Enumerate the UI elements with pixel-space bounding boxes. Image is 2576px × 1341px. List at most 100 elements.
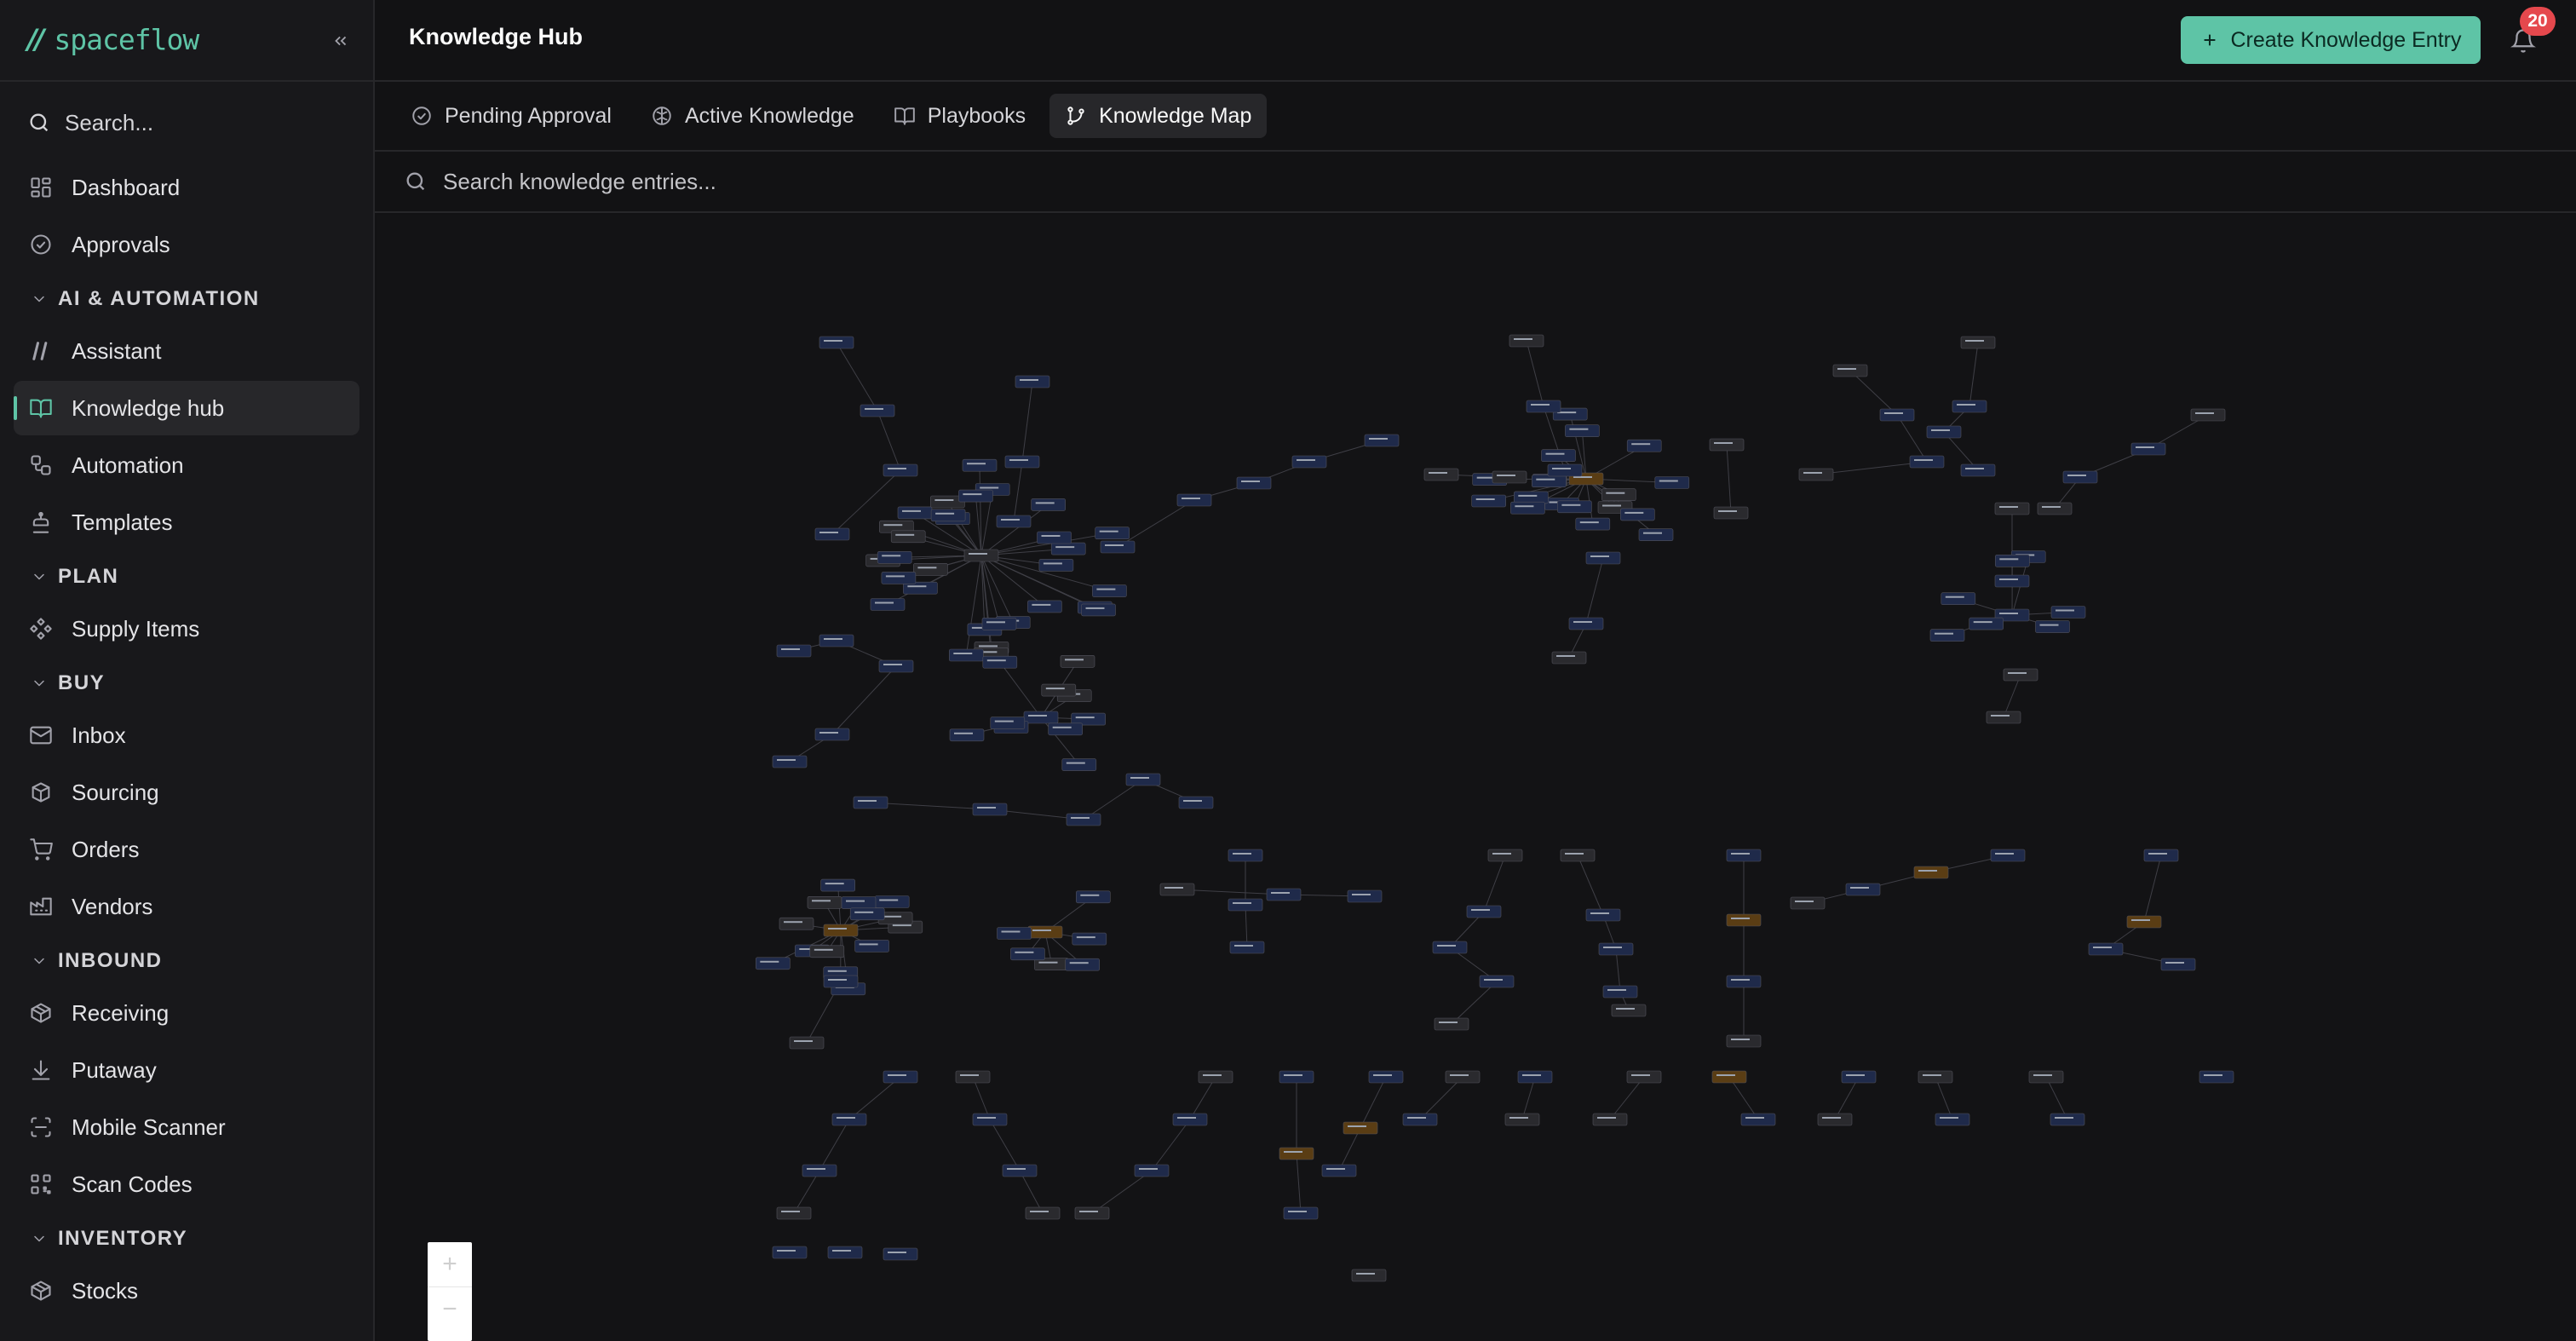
graph-node[interactable] xyxy=(1726,849,1762,862)
graph-node[interactable] xyxy=(1198,1070,1233,1084)
graph-node[interactable] xyxy=(854,940,889,953)
graph-node[interactable] xyxy=(1321,1164,1357,1177)
sidebar-section-inventory[interactable]: INVENTORY xyxy=(14,1214,359,1263)
graph-node[interactable] xyxy=(1092,584,1127,597)
graph-node[interactable] xyxy=(1918,1070,1953,1084)
sidebar-item-scan-codes[interactable]: Scan Codes xyxy=(14,1157,359,1212)
graph-node[interactable] xyxy=(1879,408,1915,422)
graph-node[interactable] xyxy=(1176,493,1212,507)
graph-node[interactable] xyxy=(1585,551,1621,565)
graph-node[interactable] xyxy=(1790,896,1826,910)
graph-node[interactable] xyxy=(1236,476,1272,490)
graph-node[interactable] xyxy=(958,489,993,503)
sidebar-item-stocks[interactable]: Stocks xyxy=(14,1263,359,1318)
graph-node[interactable] xyxy=(776,1206,812,1220)
graph-node[interactable] xyxy=(1364,434,1400,447)
graph-node[interactable] xyxy=(841,896,877,909)
graph-node[interactable] xyxy=(1994,502,2030,515)
graph-node[interactable] xyxy=(1229,941,1265,954)
graph-node[interactable] xyxy=(823,924,859,937)
graph-node[interactable] xyxy=(930,509,966,522)
graph-node[interactable] xyxy=(1228,849,1263,862)
sidebar-item-vendors[interactable]: Vendors xyxy=(14,879,359,934)
graph-node[interactable] xyxy=(1994,574,2030,588)
graph-node[interactable] xyxy=(890,530,926,544)
graph-node[interactable] xyxy=(1434,1017,1469,1031)
graph-node[interactable] xyxy=(860,404,895,417)
graph-node[interactable] xyxy=(1532,475,1567,488)
tab-playbooks[interactable]: Playbooks xyxy=(878,94,1041,138)
graph-node[interactable] xyxy=(1279,1070,1314,1084)
graph-node[interactable] xyxy=(1031,498,1067,511)
graph-node[interactable] xyxy=(1492,470,1527,484)
graph-node[interactable] xyxy=(1048,722,1084,736)
graph-node[interactable] xyxy=(1065,958,1101,971)
graph-node[interactable] xyxy=(1713,506,1749,520)
graph-node[interactable] xyxy=(1037,531,1072,544)
graph-node[interactable] xyxy=(772,1246,808,1259)
graph-node[interactable] xyxy=(1585,908,1621,922)
graph-node[interactable] xyxy=(1445,1070,1481,1084)
graph-node[interactable] xyxy=(1002,1164,1038,1177)
graph-node[interactable] xyxy=(776,644,812,658)
sidebar-section-inbound[interactable]: INBOUND xyxy=(14,936,359,986)
graph-node[interactable] xyxy=(883,463,918,477)
graph-node[interactable] xyxy=(2088,942,2124,956)
graph-node[interactable] xyxy=(1050,542,1086,555)
graph-node[interactable] xyxy=(1990,849,2026,862)
graph-node[interactable] xyxy=(1841,1070,1877,1084)
graph-node[interactable] xyxy=(1517,1070,1553,1084)
graph-node[interactable] xyxy=(1504,1113,1540,1126)
graph-node[interactable] xyxy=(948,648,984,662)
graph-node[interactable] xyxy=(1027,600,1062,613)
graph-node[interactable] xyxy=(1969,617,2004,630)
graph-node[interactable] xyxy=(1620,508,1655,521)
graph-node[interactable] xyxy=(2037,502,2073,515)
graph-node[interactable] xyxy=(1095,527,1130,540)
graph-node[interactable] xyxy=(814,728,850,741)
graph-node[interactable] xyxy=(1798,468,1834,481)
sidebar-section-ai-automation[interactable]: AI & AUTOMATION xyxy=(14,274,359,324)
tab-knowledge-map[interactable]: Knowledge Map xyxy=(1049,94,1268,138)
graph-node[interactable] xyxy=(972,1113,1008,1126)
graph-node[interactable] xyxy=(819,634,854,647)
sidebar-item-dashboard[interactable]: Dashboard xyxy=(14,160,359,215)
graph-node[interactable] xyxy=(981,617,1017,630)
graph-node[interactable] xyxy=(1726,913,1762,927)
zoom-out-button[interactable]: − xyxy=(428,1286,472,1331)
graph-node[interactable] xyxy=(1015,375,1050,388)
graph-node[interactable] xyxy=(2160,958,2196,971)
graph-node[interactable] xyxy=(2050,606,2086,619)
graph-node[interactable] xyxy=(1926,425,1962,439)
graph-node[interactable] xyxy=(1709,438,1745,452)
graph-node[interactable] xyxy=(1952,400,1987,413)
graph-node[interactable] xyxy=(1565,424,1600,437)
graph-node[interactable] xyxy=(1726,975,1762,988)
sidebar-item-automation[interactable]: Automation xyxy=(14,438,359,492)
graph-node[interactable] xyxy=(1402,1113,1438,1126)
sidebar-item-knowledge-hub[interactable]: Knowledge hub xyxy=(14,381,359,435)
graph-node[interactable] xyxy=(802,1164,837,1177)
graph-node[interactable] xyxy=(1510,501,1545,515)
graph-node[interactable] xyxy=(2130,442,2166,456)
tab-active-knowledge[interactable]: Active Knowledge xyxy=(635,94,870,138)
graph-node[interactable] xyxy=(2190,408,2226,422)
graph-node[interactable] xyxy=(1487,849,1523,862)
graph-node[interactable] xyxy=(755,957,791,970)
graph-node[interactable] xyxy=(1351,1269,1387,1282)
graph-node[interactable] xyxy=(1611,1004,1647,1017)
graph-node[interactable] xyxy=(1601,488,1636,502)
graph-node[interactable] xyxy=(1654,476,1690,489)
graph-node[interactable] xyxy=(913,562,948,576)
graph-node[interactable] xyxy=(881,572,917,584)
graph-node[interactable] xyxy=(1575,517,1611,531)
graph-node[interactable] xyxy=(877,550,912,564)
graph-node[interactable] xyxy=(2062,470,2098,484)
graph-node[interactable] xyxy=(963,549,999,562)
graph-node[interactable] xyxy=(1023,711,1059,724)
graph-node[interactable] xyxy=(1960,336,1996,349)
graph-node[interactable] xyxy=(823,975,859,988)
graph-node[interactable] xyxy=(1551,651,1587,665)
graph-node[interactable] xyxy=(1986,711,2021,724)
graph-node[interactable] xyxy=(1626,1070,1662,1084)
